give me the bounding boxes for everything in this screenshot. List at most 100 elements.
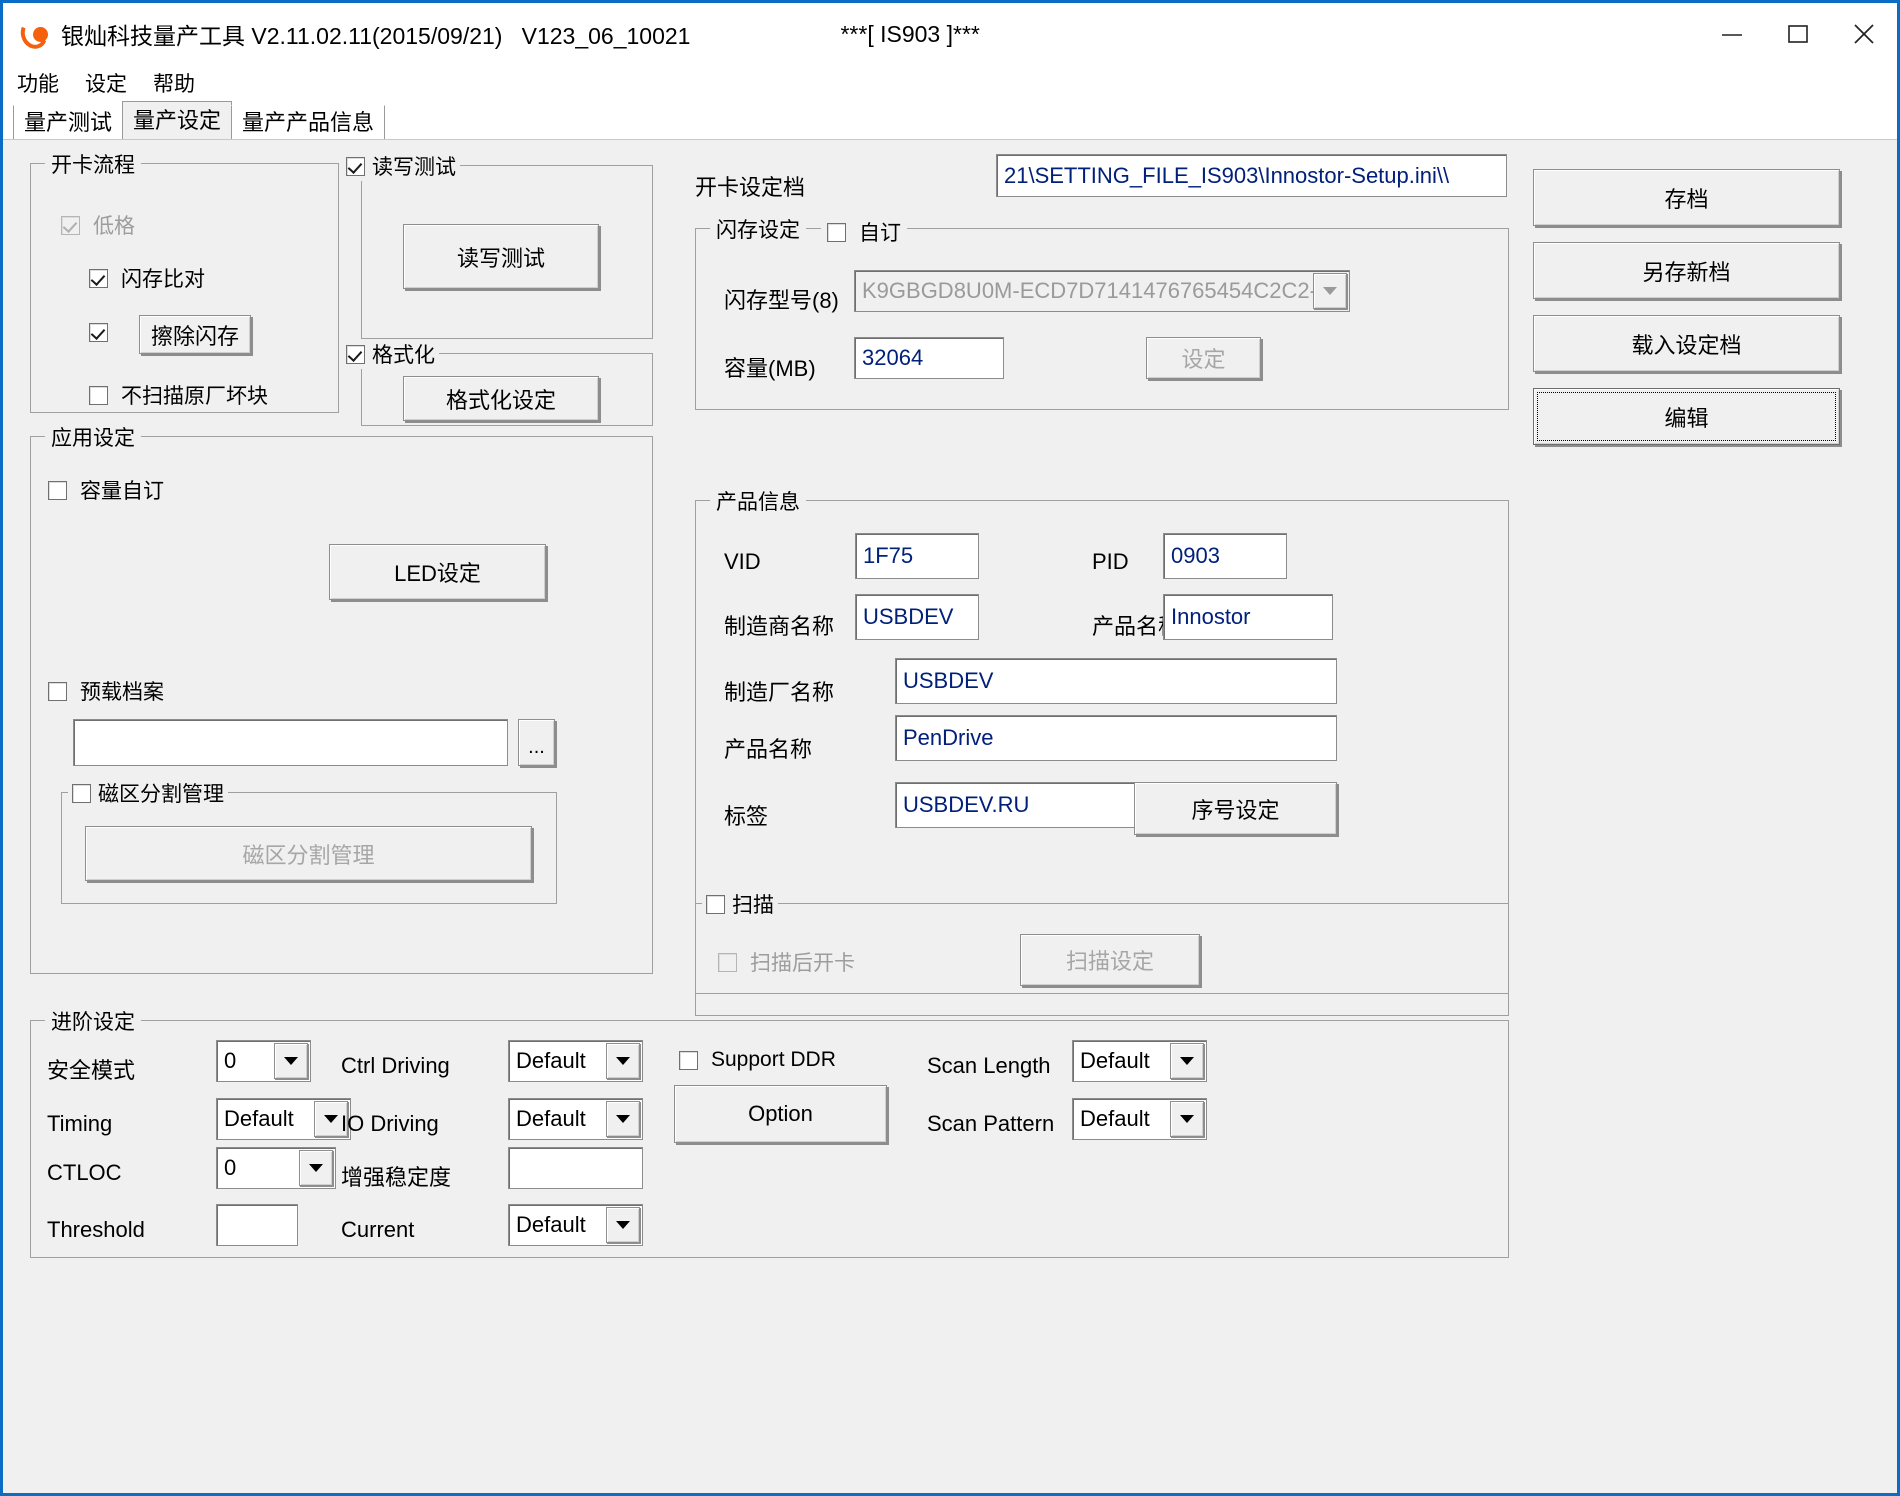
low-format-checkbox-row[interactable]: 低格 (61, 210, 135, 240)
advanced-settings-group: 进阶设定 安全模式 0 Timing Default CTLOC 0 Thres… (30, 1006, 1509, 1258)
setting-file-input[interactable]: 21\SETTING_FILE_IS903\Innostor-Setup.ini… (996, 154, 1507, 197)
chevron-down-icon[interactable] (1313, 273, 1347, 309)
support-ddr-checkbox-row[interactable]: Support DDR (679, 1048, 836, 1072)
current-value: Default (516, 1212, 586, 1237)
chevron-down-icon[interactable] (299, 1150, 333, 1186)
scan-after-checkbox[interactable] (718, 952, 737, 972)
window-controls (1699, 3, 1897, 65)
format-title-row[interactable]: 格式化 (342, 339, 439, 369)
card-flow-group: 开卡流程 低格 闪存比对 擦除闪存 不扫描原厂坏块 (30, 149, 339, 413)
menu-item-settings[interactable]: 设定 (85, 68, 127, 98)
partition-manage-button[interactable]: 磁区分割管理 (85, 826, 532, 881)
option-button[interactable]: Option (674, 1085, 887, 1143)
rw-test-button[interactable]: 读写测试 (403, 224, 599, 289)
timing-combo[interactable]: Default (216, 1098, 351, 1140)
scan-length-combo[interactable]: Default (1072, 1040, 1207, 1082)
menu-item-function[interactable]: 功能 (17, 68, 59, 98)
tab-production-test[interactable]: 量产测试 (13, 105, 124, 139)
flash-compare-checkbox-row[interactable]: 闪存比对 (89, 263, 205, 293)
flash-capacity-input[interactable]: 32064 (854, 337, 1004, 379)
ctrl-driving-combo[interactable]: Default (508, 1040, 643, 1082)
scan-after-label: 扫描后开卡 (750, 952, 855, 975)
no-scan-factory-bad-checkbox-row[interactable]: 不扫描原厂坏块 (89, 380, 268, 410)
maximize-icon[interactable] (1765, 3, 1831, 65)
preload-checkbox-row[interactable]: 预载档案 (48, 676, 164, 706)
capacity-custom-checkbox-row[interactable]: 容量自订 (48, 475, 164, 505)
flash-custom-checkbox[interactable] (827, 222, 846, 242)
preload-browse-button[interactable]: ... (518, 719, 555, 766)
erase-flash-checkbox-row[interactable] (89, 323, 108, 342)
flash-custom-checkbox-row[interactable]: 自订 (821, 217, 907, 247)
manufacturer-input[interactable]: USBDEV (895, 658, 1337, 704)
io-driving-label: IO Driving (341, 1111, 439, 1136)
support-ddr-label: Support DDR (711, 1048, 836, 1071)
advanced-settings-title: 进阶设定 (45, 1006, 141, 1036)
save-button[interactable]: 存档 (1533, 169, 1840, 226)
chevron-down-icon[interactable] (274, 1043, 308, 1079)
capacity-custom-label: 容量自订 (80, 480, 164, 503)
card-flow-title: 开卡流程 (45, 149, 141, 179)
menu-item-help[interactable]: 帮助 (153, 68, 195, 98)
chevron-down-icon[interactable] (1170, 1101, 1204, 1137)
secure-mode-label: 安全模式 (47, 1058, 136, 1083)
flash-set-button[interactable]: 设定 (1146, 337, 1261, 379)
no-scan-factory-bad-checkbox[interactable] (89, 385, 108, 405)
chevron-down-icon[interactable] (606, 1101, 640, 1137)
low-format-checkbox[interactable] (61, 215, 80, 235)
product-info-title: 产品信息 (710, 486, 806, 516)
io-driving-combo[interactable]: Default (508, 1098, 643, 1140)
led-settings-button[interactable]: LED设定 (329, 544, 546, 600)
app-logo-icon (16, 15, 55, 53)
flash-model-value: K9GBGD8U0M-ECD7D7141476765454C2C2-1 (862, 278, 1330, 303)
chevron-down-icon[interactable] (1170, 1043, 1204, 1079)
preload-label: 预载档案 (80, 681, 164, 704)
pid-input[interactable]: 0903 (1163, 533, 1287, 579)
app-settings-group: 应用设定 容量自订 LED设定 预载档案 ... 磁区分割管理 磁区分割管理 (30, 422, 653, 974)
vendor-input[interactable]: USBDEV (855, 594, 979, 640)
format-settings-button[interactable]: 格式化设定 (403, 376, 599, 421)
vid-input[interactable]: 1F75 (855, 533, 979, 579)
minimize-icon[interactable] (1699, 3, 1765, 65)
timing-value: Default (224, 1106, 294, 1131)
chevron-down-icon[interactable] (606, 1043, 640, 1079)
product-name-input[interactable]: PenDrive (895, 715, 1337, 761)
current-combo[interactable]: Default (508, 1204, 643, 1246)
partition-checkbox[interactable] (72, 783, 91, 803)
scan-title-row[interactable]: 扫描 (702, 889, 778, 919)
rw-test-checkbox[interactable] (346, 156, 365, 176)
flash-model-combo[interactable]: K9GBGD8U0M-ECD7D7141476765454C2C2-1 (854, 270, 1350, 312)
scan-pattern-combo[interactable]: Default (1072, 1098, 1207, 1140)
partition-title: 磁区分割管理 (98, 783, 224, 806)
preload-path-input[interactable] (73, 719, 508, 766)
edit-button[interactable]: 编辑 (1533, 388, 1840, 445)
support-ddr-checkbox[interactable] (679, 1050, 698, 1070)
tab-production-product-info[interactable]: 量产产品信息 (231, 105, 386, 139)
volume-input[interactable]: USBDEV.RU (895, 782, 1150, 828)
save-as-button[interactable]: 另存新档 (1533, 242, 1840, 299)
threshold-input[interactable] (216, 1204, 298, 1246)
format-checkbox[interactable] (346, 344, 365, 364)
erase-flash-checkbox[interactable] (89, 323, 108, 342)
current-label: Current (341, 1217, 415, 1242)
scan-checkbox[interactable] (706, 894, 725, 914)
secure-mode-combo[interactable]: 0 (216, 1040, 311, 1082)
flash-compare-checkbox[interactable] (89, 268, 108, 288)
ctloc-label: CTLOC (47, 1160, 122, 1185)
partition-title-row[interactable]: 磁区分割管理 (68, 778, 228, 808)
secure-mode-value: 0 (224, 1048, 237, 1073)
tab-production-settings[interactable]: 量产设定 (122, 101, 233, 139)
close-icon[interactable] (1831, 3, 1897, 65)
rw-test-title-row[interactable]: 读写测试 (342, 151, 460, 181)
chevron-down-icon[interactable] (606, 1207, 640, 1243)
stability-input[interactable] (508, 1147, 643, 1189)
capacity-custom-checkbox[interactable] (48, 480, 67, 500)
serial-settings-button[interactable]: 序号设定 (1134, 782, 1337, 835)
erase-flash-button[interactable]: 擦除闪存 (139, 315, 251, 354)
scan-after-checkbox-row[interactable]: 扫描后开卡 (718, 947, 855, 977)
scan-settings-button[interactable]: 扫描设定 (1020, 934, 1200, 986)
preload-checkbox[interactable] (48, 681, 67, 701)
product-input[interactable]: Innostor (1163, 594, 1333, 640)
scan-pattern-label: Scan Pattern (927, 1111, 1055, 1136)
ctloc-combo[interactable]: 0 (216, 1147, 336, 1189)
load-settings-button[interactable]: 载入设定档 (1533, 315, 1840, 372)
